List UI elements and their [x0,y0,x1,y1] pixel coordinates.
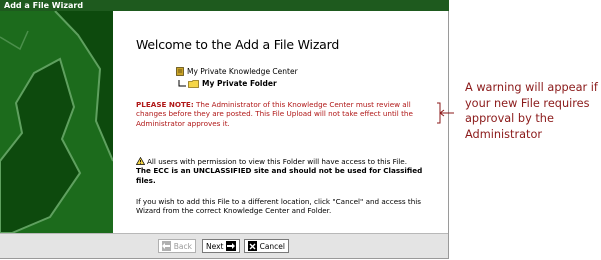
tree-item-label: My Private Knowledge Center [187,67,298,76]
different-location-text: If you wish to add this File to a differ… [136,197,422,216]
right-arrow-icon [226,241,236,251]
tree-item-private-folder[interactable]: My Private Folder [178,79,277,88]
window-title: Add a File Wizard [0,0,449,11]
tree-elbow-icon [178,79,186,86]
warning-label: PLEASE NOTE: [136,100,194,109]
x-icon [248,241,257,251]
back-label: Back [173,241,192,251]
cancel-button[interactable]: Cancel [244,239,289,253]
wizard-footer: Back Next Cancel [0,233,448,258]
knowledge-center-icon [176,67,184,76]
warning-icon [136,157,145,165]
access-text: All users with permission to view this F… [147,157,407,166]
sidebar-graphic [0,11,113,233]
folder-icon [188,79,199,88]
wizard-heading: Welcome to the Add a File Wizard [136,37,340,52]
next-label: Next [206,241,224,251]
map-graphic [0,11,113,233]
callout-annotation: A warning will appear if your new File r… [465,81,598,141]
back-button[interactable]: Back [158,239,196,253]
approval-warning: PLEASE NOTE: The Administrator of this K… [136,100,436,128]
left-arrow-icon [162,241,171,251]
cancel-label: Cancel [259,241,285,251]
tree-item-knowledge-center[interactable]: My Private Knowledge Center [176,67,298,76]
callout-bracket [437,102,454,124]
ecc-notice: The ECC is an UNCLASSIFIED site and shou… [136,166,423,185]
wizard-content: Welcome to the Add a File Wizard My Priv… [114,11,448,233]
access-notice: All users with permission to view this F… [136,157,436,185]
tree-item-label: My Private Folder [202,79,277,88]
next-button[interactable]: Next [202,239,240,253]
wizard-window: Add a File Wizard Welcome to the Add a F… [0,0,449,259]
